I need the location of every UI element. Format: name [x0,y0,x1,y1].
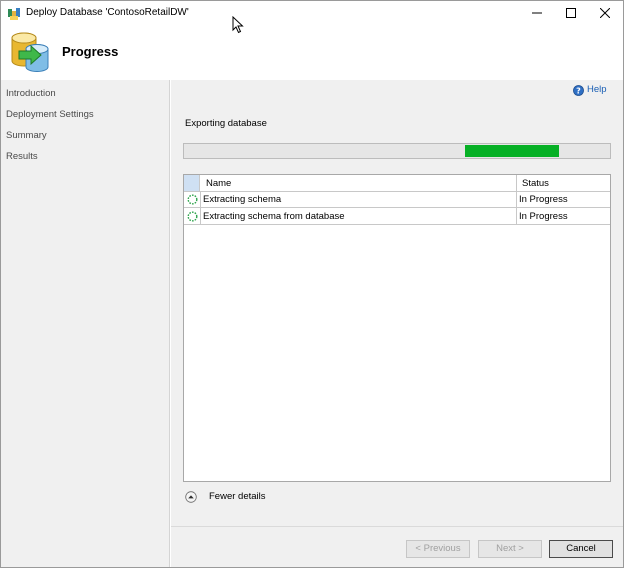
svg-text:?: ? [576,86,581,95]
mouse-cursor-icon [232,15,244,37]
database-arrow-icon [9,31,53,73]
progress-grid: Name Status Extracting schema In Progres… [183,174,611,482]
column-header-status[interactable]: Status [522,178,549,189]
column-divider [200,208,201,224]
column-divider [516,191,517,207]
close-icon [600,8,610,18]
close-button[interactable] [588,1,622,25]
help-icon: ? [573,85,584,96]
window-title: Deploy Database 'ContosoRetailDW' [26,7,189,18]
minimize-button[interactable] [520,1,554,25]
table-row[interactable]: Extracting schema from database In Progr… [184,208,610,225]
progress-spinner-icon [187,194,198,205]
progress-spinner-icon [187,211,198,222]
database-deploy-icon [7,7,21,21]
nav-item-deployment-settings[interactable]: Deployment Settings [6,109,94,120]
row-status: In Progress [519,194,568,205]
table-row[interactable]: Extracting schema In Progress [184,191,610,208]
previous-button[interactable]: < Previous [406,540,470,558]
collapse-up-icon [185,491,197,503]
progress-panel: ? Help Exporting database Name Status Ex… [171,80,623,526]
cancel-button[interactable]: Cancel [549,540,613,558]
progress-bar-fill [465,145,559,157]
next-button[interactable]: Next > [478,540,542,558]
wizard-footer: < Previous Next > Cancel [171,526,623,567]
help-label[interactable]: Help [587,84,607,95]
column-divider [516,208,517,224]
progress-bar [183,143,611,159]
grid-header: Name Status [184,175,610,192]
title-bar: Deploy Database 'ContosoRetailDW' [1,1,623,27]
row-name: Extracting schema [203,194,282,205]
select-all-cell[interactable] [184,175,200,191]
column-divider [200,191,201,207]
nav-item-results[interactable]: Results [6,151,38,162]
page-title: Progress [62,44,119,59]
fewer-details-label[interactable]: Fewer details [209,491,266,502]
wizard-header: Progress [1,27,623,80]
minimize-icon [532,12,542,14]
status-label: Exporting database [185,118,267,129]
row-status: In Progress [519,211,568,222]
column-header-name[interactable]: Name [206,178,231,189]
row-name: Extracting schema from database [203,211,345,222]
nav-item-introduction[interactable]: Introduction [6,88,56,99]
wizard-nav: Introduction Deployment Settings Summary… [1,80,170,567]
maximize-button[interactable] [554,1,588,25]
maximize-icon [566,8,576,18]
column-divider [516,175,517,191]
deploy-database-window: Deploy Database 'ContosoRetailDW' Progre… [0,0,624,568]
nav-item-summary[interactable]: Summary [6,130,47,141]
